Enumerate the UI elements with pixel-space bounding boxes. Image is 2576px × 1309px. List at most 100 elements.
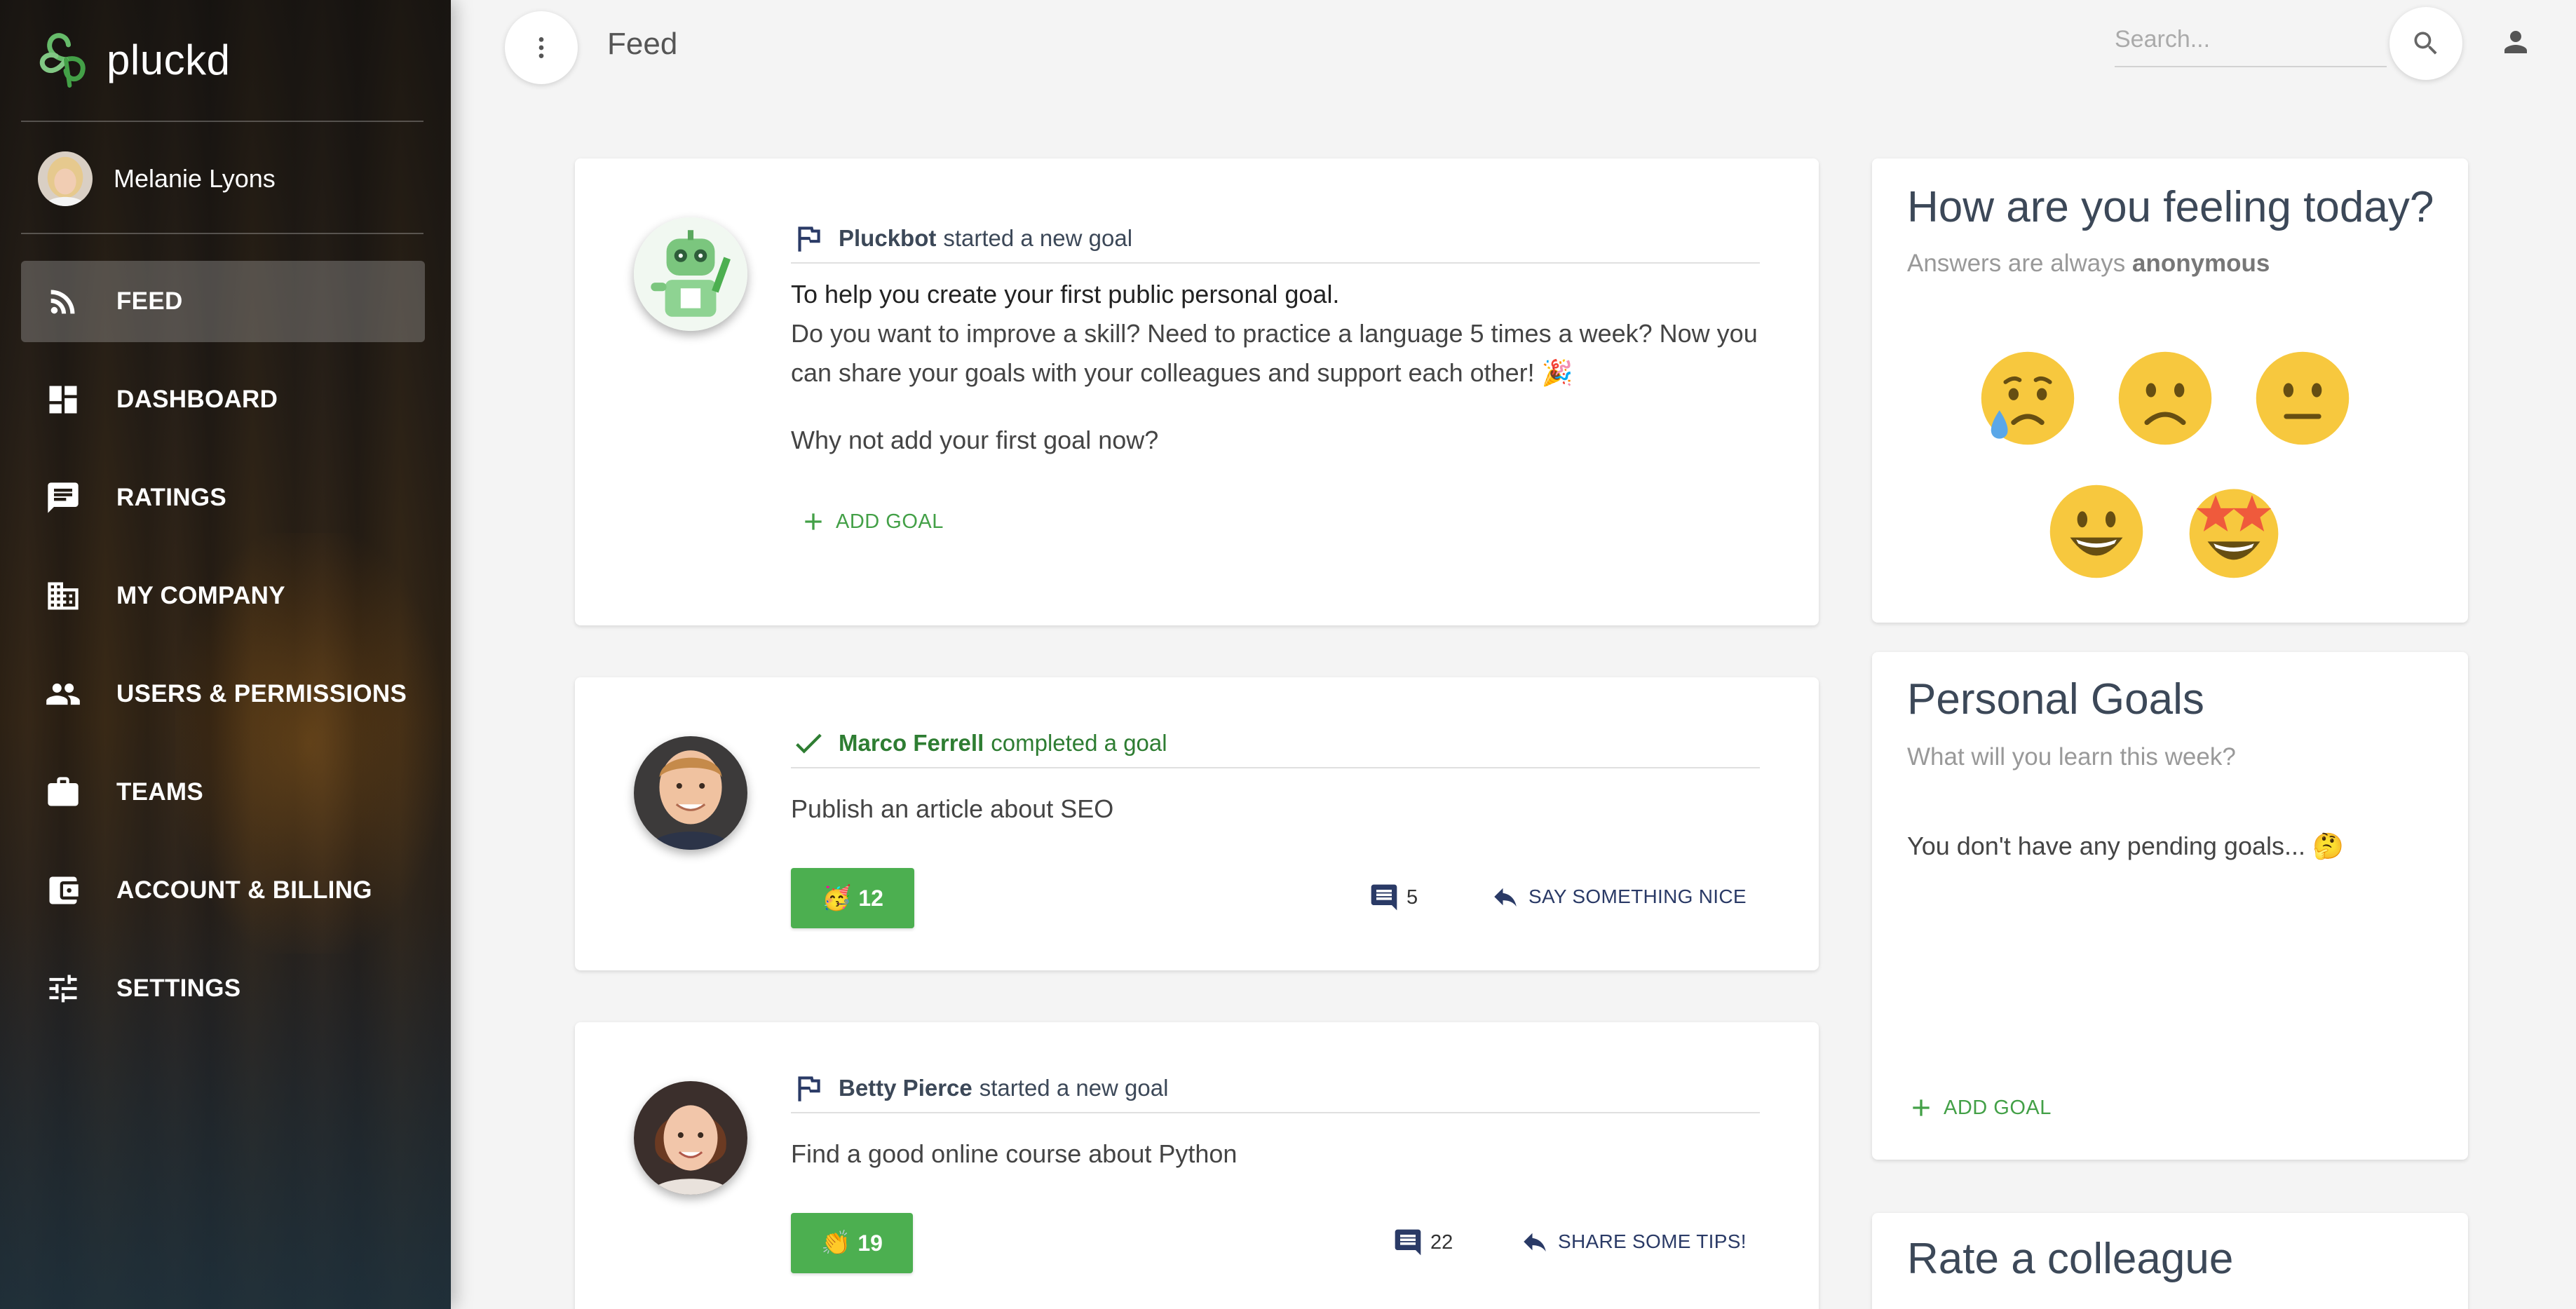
- mood-crying-icon[interactable]: [1977, 348, 2078, 449]
- mood-subtitle-text: Answers are always: [1907, 250, 2126, 277]
- sidebar-item-label: FEED: [116, 287, 183, 315]
- flag-icon: [798, 1076, 820, 1101]
- avatar: [634, 1081, 747, 1195]
- comment-count: 22: [1430, 1230, 1453, 1254]
- comment-icon: [1395, 1229, 1421, 1256]
- briefcase-icon: [48, 777, 79, 806]
- sliders-icon: [49, 975, 77, 1003]
- more-menu-button[interactable]: [505, 11, 578, 84]
- sidebar-item-dashboard[interactable]: DASHBOARD: [21, 359, 425, 440]
- more-vertical-icon: [538, 37, 544, 58]
- search-input[interactable]: [2115, 18, 2387, 60]
- kudos-button[interactable]: 👏 19: [791, 1213, 913, 1273]
- reply-button[interactable]: SAY SOMETHING NICE: [1491, 882, 1747, 911]
- brand-name: pluckd: [107, 36, 231, 83]
- add-goal-button[interactable]: ADD GOAL: [1907, 1094, 2052, 1122]
- post-text: Find a good online course about Python: [791, 1139, 1238, 1168]
- goals-empty-message: You don't have any pending goals... 🤔: [1907, 832, 2344, 860]
- rss-icon: [50, 290, 75, 314]
- goals-subtitle: What will you learn this week?: [1907, 743, 2236, 771]
- sidebar-item-label: USERS & PERMISSIONS: [116, 680, 407, 707]
- mood-subtitle-bold: anonymous: [2131, 250, 2270, 277]
- goals-title: Personal Goals: [1907, 675, 2204, 724]
- dashboard-icon: [49, 386, 77, 414]
- people-icon: [46, 683, 80, 705]
- post-header: Marco Ferrell completed a goal: [791, 719, 1760, 768]
- user-name: Melanie Lyons: [114, 164, 276, 193]
- page-title: Feed: [607, 27, 678, 61]
- avatar: [634, 736, 747, 850]
- plus-icon: [805, 513, 822, 530]
- post-header: Betty Pierce started a new goal: [791, 1064, 1760, 1113]
- reply-button[interactable]: SHARE SOME TIPS!: [1520, 1227, 1747, 1256]
- mood-frowning-icon[interactable]: [2115, 348, 2216, 449]
- pluckd-logo-icon: [39, 33, 86, 88]
- sidebar-item-label: RATINGS: [116, 484, 227, 511]
- kudos-button[interactable]: 🥳 12: [791, 868, 914, 928]
- party-face-icon: 🥳: [822, 885, 852, 911]
- sidebar-nav: FEED DASHBOARD RATINGS MY COMPANY USERS …: [21, 261, 425, 1046]
- sidebar-item-label: DASHBOARD: [116, 386, 278, 413]
- search-button[interactable]: [2389, 7, 2462, 80]
- account-button[interactable]: [2495, 21, 2537, 63]
- rate-colleague-card: Rate a colleague: [1872, 1213, 2468, 1309]
- sidebar-item-settings[interactable]: SETTINGS: [21, 948, 425, 1029]
- feed-card: Betty Pierce started a new goal Find a g…: [575, 1022, 1819, 1309]
- add-goal-label: ADD GOAL: [1944, 1096, 2052, 1119]
- post-action: completed a goal: [991, 730, 1167, 756]
- wallet-icon: [49, 876, 79, 904]
- comments-button[interactable]: 22: [1392, 1227, 1453, 1258]
- avatar: [38, 151, 93, 206]
- reply-icon: [1524, 1233, 1546, 1252]
- building-icon: [48, 582, 79, 610]
- add-goal-button[interactable]: ADD GOAL: [799, 508, 944, 536]
- sidebar-item-teams[interactable]: TEAMS: [21, 752, 425, 833]
- sidebar-item-label: TEAMS: [116, 778, 203, 806]
- person-icon: [2504, 31, 2527, 53]
- plus-icon: [1913, 1099, 1930, 1116]
- reply-label: SHARE SOME TIPS!: [1558, 1230, 1747, 1252]
- sidebar-item-account-billing[interactable]: ACCOUNT & BILLING: [21, 850, 425, 931]
- add-goal-label: ADD GOAL: [836, 510, 944, 533]
- mood-card: How are you feeling today? Answers are a…: [1872, 158, 2468, 623]
- post-author[interactable]: Betty Pierce: [839, 1075, 972, 1101]
- kudos-count: 12: [858, 885, 883, 911]
- comment-icon: [1371, 884, 1397, 911]
- post-author[interactable]: Marco Ferrell: [839, 730, 984, 757]
- brand-logo[interactable]: pluckd: [35, 28, 230, 91]
- flag-icon: [798, 226, 820, 252]
- reply-label: SAY SOMETHING NICE: [1528, 886, 1747, 907]
- user-profile[interactable]: Melanie Lyons: [38, 147, 276, 210]
- sidebar: pluckd Melanie Lyons FEED DASHBOARD RATI…: [0, 0, 451, 1309]
- ratings-icon: [48, 482, 79, 513]
- sidebar-item-label: MY COMPANY: [116, 582, 285, 609]
- rate-title: Rate a colleague: [1907, 1235, 2234, 1283]
- sidebar-item-ratings[interactable]: RATINGS: [21, 457, 425, 538]
- post-action: started a new goal: [979, 1075, 1169, 1101]
- mood-neutral-icon[interactable]: [2252, 348, 2353, 449]
- check-icon: [796, 733, 822, 754]
- sidebar-item-users-permissions[interactable]: USERS & PERMISSIONS: [21, 653, 425, 735]
- mood-subtitle: Answers are always anonymous: [1907, 250, 2270, 278]
- sidebar-item-label: ACCOUNT & BILLING: [116, 876, 372, 904]
- sidebar-item-my-company[interactable]: MY COMPANY: [21, 555, 425, 637]
- clapping-hands-icon: 👏: [821, 1230, 851, 1256]
- mood-star-struck-icon[interactable]: [2183, 481, 2284, 582]
- reply-icon: [1494, 888, 1517, 907]
- avatar: [634, 217, 747, 331]
- post-header: Pluckbot started a new goal: [791, 215, 1760, 264]
- sidebar-item-label: SETTINGS: [116, 975, 241, 1002]
- sidebar-item-feed[interactable]: FEED: [21, 261, 425, 342]
- post-intro: To help you create your first public per…: [791, 280, 1340, 308]
- personal-goals-card: Personal Goals What will you learn this …: [1872, 652, 2468, 1160]
- search-field: [2115, 18, 2387, 67]
- mood-smiling-icon[interactable]: [2046, 481, 2147, 582]
- post-body: Find a good online course about Python: [791, 1134, 1760, 1174]
- post-action: started a new goal: [943, 225, 1133, 251]
- feed-card: Marco Ferrell completed a goal Publish a…: [575, 677, 1819, 970]
- post-text: Do you want to improve a skill? Need to …: [791, 319, 1758, 387]
- post-body: To help you create your first public per…: [791, 275, 1760, 460]
- mood-title: How are you feeling today?: [1907, 183, 2434, 231]
- comments-button[interactable]: 5: [1369, 882, 1418, 913]
- post-author[interactable]: Pluckbot: [839, 225, 936, 252]
